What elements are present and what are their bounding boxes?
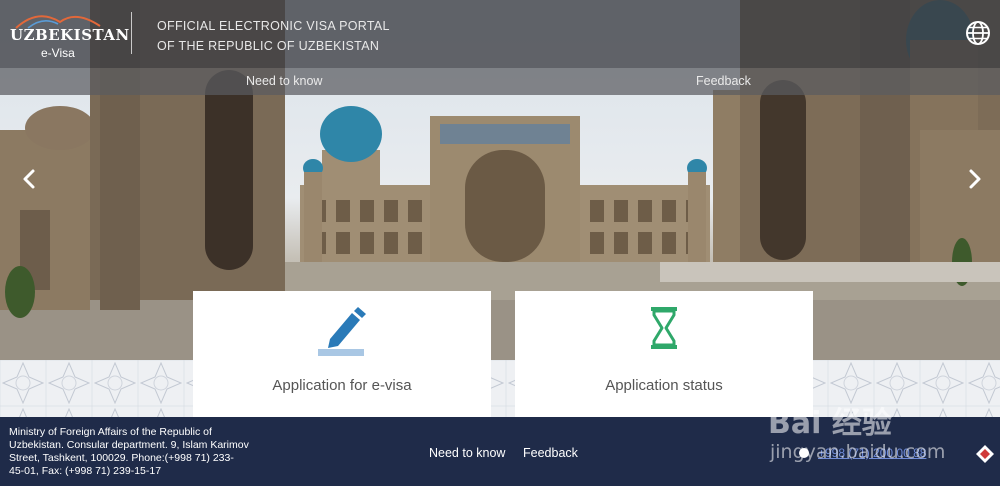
footer-address: Ministry of Foreign Affairs of the Repub…: [9, 426, 249, 477]
hourglass-icon: [651, 307, 677, 349]
footer-need-to-know[interactable]: Need to know: [429, 446, 505, 460]
chevron-left-icon[interactable]: [20, 168, 38, 190]
watermark-brand: Bai 经验: [768, 406, 892, 441]
watermark-url: jingyan.baidu.com: [770, 441, 946, 463]
header-divider: [131, 12, 132, 54]
header-bar: UZBEKISTAN e-Visa OFFICIAL ELECTRONIC VI…: [0, 0, 1000, 68]
chevron-right-icon[interactable]: [966, 168, 984, 190]
portal-title: OFFICIAL ELECTRONIC VISA PORTAL OF THE R…: [157, 16, 390, 56]
apply-evisa-card[interactable]: Application for e-visa: [193, 291, 491, 417]
nav-need-to-know[interactable]: Need to know: [246, 74, 322, 88]
hero-carousel: UZBEKISTAN e-Visa OFFICIAL ELECTRONIC VI…: [0, 0, 1000, 360]
portal-title-line2: OF THE REPUBLIC OF UZBEKISTAN: [157, 39, 380, 53]
application-status-label: Application status: [605, 377, 723, 394]
portal-title-line1: OFFICIAL ELECTRONIC VISA PORTAL: [157, 19, 390, 33]
pencil-icon: [318, 307, 366, 356]
footer-feedback[interactable]: Feedback: [523, 446, 578, 460]
nav-feedback[interactable]: Feedback: [696, 74, 751, 88]
scroll-top-icon[interactable]: [975, 444, 995, 464]
site-logo[interactable]: UZBEKISTAN e-Visa: [8, 8, 129, 62]
globe-icon[interactable]: [965, 20, 991, 46]
main-nav: Need to know Feedback: [0, 68, 1000, 95]
logo-brand-text: UZBEKISTAN: [10, 26, 130, 44]
apply-evisa-label: Application for e-visa: [272, 377, 412, 394]
logo-subtitle: e-Visa: [41, 46, 75, 60]
